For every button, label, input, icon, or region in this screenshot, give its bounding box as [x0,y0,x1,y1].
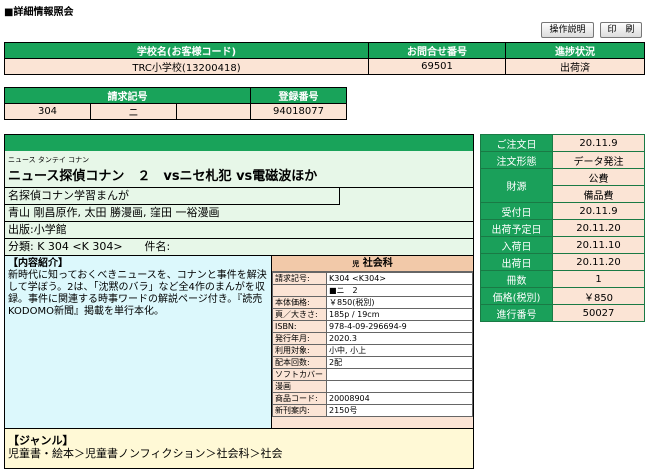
detail-table: 請求記号: K304 <K304> ■ニ 2 本体価格: ￥850(税別) 頁／大き… [272,272,473,417]
received-value: 20.11.9 [552,202,645,220]
request-code-volume [176,103,251,120]
content-text: 新時代に知っておくべきニュースを、コナンと事件を解決して学ぼう。2は、「沈黙のバ… [8,270,267,317]
detail-value [326,380,473,393]
detail-label: ソフトカバー [272,368,327,381]
registration-value: 94018077 [250,103,347,120]
summary-table: 学校名(お客様コード) お問合せ番号 進捗状況 TRC小学校(13200418)… [4,42,645,75]
content-label: 【内容紹介】 [8,258,68,269]
order-type-value: データ発注 [552,151,645,169]
inquiry-value: 69501 [368,58,506,75]
registration-header: 登録番号 [250,87,347,104]
arrival-label: 入荷日 [480,236,553,254]
funding-label: 財源 [480,168,553,203]
received-label: 受付日 [480,202,553,220]
book-subtitle: 名探偵コナン学習まんが [5,188,340,205]
genre-section: 【ジャンル】 児童書・絵本＞児童書ノンフィクション＞社会科＞社会 [5,428,473,468]
book-panel-header [5,135,473,151]
help-button[interactable]: 操作説明 [541,22,594,38]
content-section: 【内容紹介】 新時代に知っておくべきニュースを、コナンと事件を解決して学ぼう。2… [5,256,272,428]
quantity-label: 冊数 [480,270,553,288]
book-authors: 青山 剛昌原作, 太田 勝漫画, 窪田 一裕漫画 [5,205,473,222]
page-title: ■詳細情報照会 [4,7,74,18]
detail-value: ￥850(税別) [326,296,473,309]
quantity-value: 1 [552,270,645,288]
category-name: 社会科 [362,258,393,269]
book-detail-panel: ニュース タンテイ コナン ニュース探偵コナン ２ vsニセ札犯 vs電磁波ほか… [4,134,474,469]
detail-label: 漫画 [272,380,327,393]
request-code-author: ニ [90,103,177,120]
funding-value-2: 備品費 [552,185,645,203]
detail-value: 20008904 [326,392,473,405]
shipped-label: 出荷日 [480,253,553,271]
school-value: TRC小学校(13200418) [4,58,369,75]
request-code-header: 請求記号 [4,87,251,104]
price-value: ￥850 [552,287,645,305]
detail-label [272,284,327,297]
request-code-class: 304 [4,103,91,120]
detail-label: 配本回数: [272,356,327,369]
progress-no-label: 進行番号 [480,304,553,322]
detail-label: 発行年月: [272,332,327,345]
order-info-table: ご注文日 20.11.9 注文形態 データ発注 財源 公費 備品費 受付日 20.11.… [480,134,645,322]
genre-label: 【ジャンル】 [8,434,74,447]
request-table: 請求記号 登録番号 304 ニ 94018077 [4,87,347,120]
detail-value [326,368,473,381]
ship-plan-label: 出荷予定日 [480,219,553,237]
order-date-value: 20.11.9 [552,134,645,152]
detail-label: 本体価格: [272,296,327,309]
detail-label: ISBN: [272,320,327,333]
book-publisher: 出版:小学館 [5,222,473,239]
school-header: 学校名(お客様コード) [4,42,369,59]
arrival-value: 20.11.10 [552,236,645,254]
detail-label: 新刊案内: [272,404,327,417]
shipped-value: 20.11.20 [552,253,645,271]
detail-label: 請求記号: [272,272,327,285]
detail-section: 児 社会科 請求記号: K304 <K304> ■ニ 2 本体価格: ￥850(税別… [272,256,473,428]
status-value: 出荷済 [505,58,645,75]
ship-plan-value: 20.11.20 [552,219,645,237]
detail-value: 978-4-09-296694-9 [326,320,473,333]
detail-value: ■ニ 2 [326,284,473,297]
detail-value: K304 <K304> [326,272,473,285]
detail-value: 2配 [326,356,473,369]
status-header: 進捗状況 [505,42,645,59]
print-button[interactable]: 印 刷 [600,22,642,38]
price-label: 価格(税別) [480,287,553,305]
detail-value: 2150号 [326,404,473,417]
inquiry-header: お問合せ番号 [368,42,506,59]
detail-label: 商品コード: [272,392,327,405]
book-classification: 分類: K 304 <K 304> 件名: [5,239,473,256]
detail-label: 頁／大きさ: [272,308,327,321]
genre-text: 児童書・絵本＞児童書ノンフィクション＞社会科＞社会 [8,447,283,460]
detail-value: 小中, 小上 [326,344,473,357]
funding-value-1: 公費 [552,168,645,186]
order-date-label: ご注文日 [480,134,553,152]
detail-value: 185p / 19cm [326,308,473,321]
category-header: 児 社会科 [272,256,473,272]
order-type-label: 注文形態 [480,151,553,169]
detail-label: 利用対象: [272,344,327,357]
category-mark: 児 [352,260,360,268]
detail-value: 2020.3 [326,332,473,345]
progress-no-value: 50027 [552,304,645,322]
book-title: ニュース探偵コナン ２ vsニセ札犯 vs電磁波ほか [5,166,473,188]
